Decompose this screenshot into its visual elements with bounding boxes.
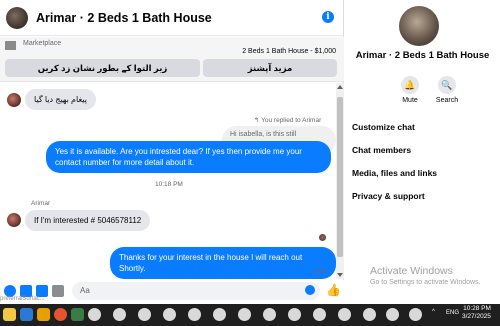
watermark-title: Activate Windows [370, 265, 453, 277]
gif-icon[interactable] [52, 285, 64, 297]
scroll-up-arrow[interactable] [337, 85, 343, 89]
bell-icon: 🔔 [401, 76, 419, 94]
chrome-icon[interactable] [313, 308, 326, 321]
message-status: Sent [313, 268, 327, 275]
chrome-icon[interactable] [113, 308, 126, 321]
listing-price[interactable]: 2 Beds 1 Bath House - $1,000 [242, 48, 336, 55]
taskbar-clock[interactable]: 10:28 PM 3/27/2025 [462, 305, 491, 321]
taskbar-app-icon[interactable] [71, 308, 84, 321]
avatar[interactable] [399, 6, 439, 46]
taskbar-app-icon[interactable] [37, 308, 50, 321]
scrollbar-thumb[interactable] [337, 97, 343, 257]
marketplace-label: Marketplace [23, 40, 62, 47]
message-bubble-incoming: If I'm interested # 5046578112 [25, 210, 151, 231]
chat-header: Arimar · 2 Beds 1 Bath House i [0, 0, 344, 36]
chrome-icon[interactable] [263, 308, 276, 321]
avatar[interactable] [6, 6, 28, 29]
taskbar-app-icon[interactable] [3, 308, 16, 321]
sender-name: Arimar [31, 200, 51, 207]
clock-date: 3/27/2025 [462, 313, 491, 320]
language-indicator[interactable]: ENG [446, 310, 459, 316]
message-scrollbar[interactable] [336, 83, 344, 279]
message-list: پیغام بھیج دیا گیا ↰ You replied to Arim… [0, 83, 336, 279]
message-bubble-incoming: پیغام بھیج دیا گیا [25, 89, 96, 110]
thumbs-up-icon[interactable]: 👍 [326, 283, 341, 297]
tray-chevron-icon[interactable]: ^ [432, 309, 435, 315]
taskbar [0, 304, 500, 326]
chrome-icon[interactable] [386, 308, 399, 321]
avatar[interactable] [7, 93, 21, 107]
conversation-details-panel: Arimar · 2 Beds 1 Bath House 🔔 Mute 🔍 Se… [345, 0, 500, 304]
search-icon: 🔍 [438, 76, 456, 94]
message-timestamp: 10:18 PM [155, 181, 183, 188]
activate-windows-watermark: Activate Windows Go to Settings to activ… [370, 265, 481, 286]
message-bubble-outgoing: Thanks for your interest in the house I … [110, 247, 336, 279]
chat-title[interactable]: Arimar · 2 Beds 1 Bath House [36, 11, 212, 25]
chrome-icon[interactable] [213, 308, 226, 321]
menu-chat-members[interactable]: Chat members [352, 145, 411, 155]
avatar[interactable] [7, 213, 21, 227]
taskbar-app-icon[interactable] [54, 308, 67, 321]
reply-note-text: You replied to Arimar [261, 117, 322, 124]
more-options-button[interactable]: مزید آپشنز [203, 59, 337, 77]
status-overlay-text: preferralSurfac... [0, 296, 45, 302]
chrome-icon[interactable] [138, 308, 151, 321]
watermark-subtitle: Go to Settings to activate Windows. [370, 279, 481, 286]
chrome-icon[interactable] [88, 308, 101, 321]
message-input[interactable]: Aa [72, 282, 320, 300]
scroll-down-arrow[interactable] [337, 273, 343, 277]
menu-media-files-links[interactable]: Media, files and links [352, 168, 437, 178]
chrome-icon[interactable] [338, 308, 351, 321]
clock-time: 10:28 PM [463, 305, 491, 312]
search-button[interactable]: 🔍 Search [425, 76, 469, 104]
chrome-icon[interactable] [163, 308, 176, 321]
chrome-icon[interactable] [363, 308, 376, 321]
search-label: Search [435, 97, 459, 104]
menu-privacy-support[interactable]: Privacy & support [352, 191, 425, 201]
chrome-icon[interactable] [288, 308, 301, 321]
seen-avatar [319, 234, 326, 241]
menu-customize-chat[interactable]: Customize chat [352, 122, 415, 132]
mark-pending-button[interactable]: زیر التوا کے بطور نشان زد کریں [5, 59, 200, 77]
listing-thumbnail [5, 41, 16, 50]
reply-note: ↰ You replied to Arimar [254, 116, 321, 124]
taskbar-app-icon[interactable] [20, 308, 33, 321]
info-icon[interactable]: i [322, 11, 334, 23]
chrome-icon[interactable] [409, 308, 422, 321]
chrome-icon[interactable] [188, 308, 201, 321]
chrome-icon[interactable] [238, 308, 251, 321]
emoji-icon[interactable] [305, 285, 315, 295]
message-bubble-outgoing: Yes it is available. Are you intrested d… [46, 141, 331, 173]
marketplace-listing-bar: Marketplace 2 Beds 1 Bath House - $1,000… [0, 37, 344, 82]
conversation-name: Arimar · 2 Beds 1 Bath House [355, 50, 490, 61]
